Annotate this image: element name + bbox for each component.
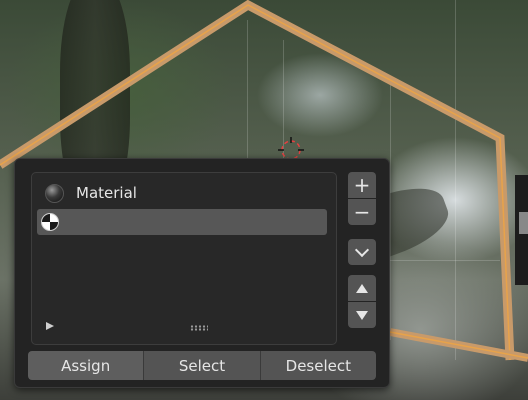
move-slot-up-button[interactable] — [348, 275, 376, 301]
remove-material-slot-button[interactable]: − — [348, 199, 376, 225]
material-slot-label: Material — [76, 184, 137, 202]
3d-cursor-icon — [278, 137, 304, 160]
minus-icon: − — [353, 200, 371, 224]
add-material-slot-button[interactable]: + — [348, 172, 376, 198]
select-button[interactable]: Select — [144, 351, 261, 380]
move-slot-down-button[interactable] — [348, 302, 376, 328]
resize-grip-icon[interactable] — [190, 325, 208, 331]
material-slot-item-active[interactable] — [37, 209, 327, 235]
plus-icon: + — [353, 173, 371, 197]
expand-arrow-icon[interactable] — [46, 322, 54, 330]
material-sphere-icon — [45, 183, 64, 203]
material-slot-list[interactable]: Material — [31, 172, 337, 345]
material-specials-menu-button[interactable] — [348, 239, 376, 265]
material-slot-item[interactable]: Material — [37, 180, 327, 206]
triangle-up-icon — [356, 283, 368, 293]
material-slots-panel: Material + − Assign Select Deselect — [14, 158, 390, 388]
deselect-button[interactable]: Deselect — [260, 351, 376, 380]
checker-sphere-icon — [41, 213, 59, 231]
chevron-down-icon — [354, 242, 370, 257]
material-actions-row: Assign Select Deselect — [28, 351, 376, 380]
triangle-down-icon — [356, 310, 368, 320]
assign-button[interactable]: Assign — [28, 351, 145, 380]
